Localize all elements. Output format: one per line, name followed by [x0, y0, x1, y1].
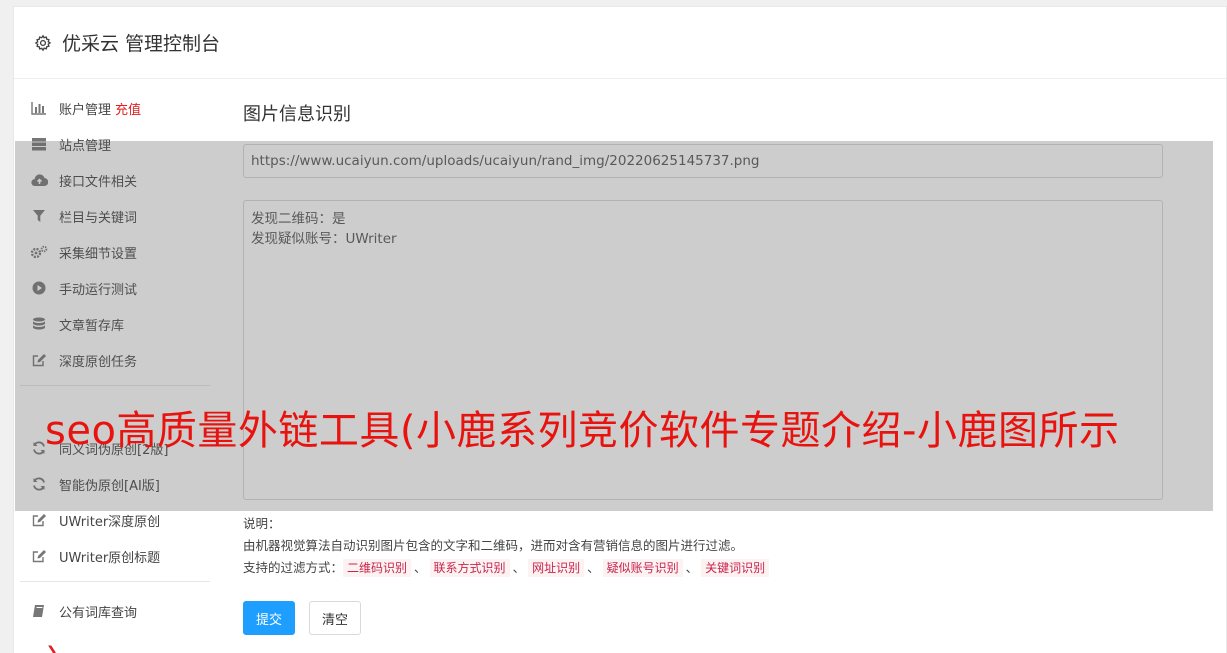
sidebar-item-label: UWriter原创标题	[59, 550, 161, 566]
main-content: 图片信息识别 发现二维码：是 发现疑似账号：UWriter 说明： 由机器视觉算…	[243, 100, 1173, 635]
console-title: 优采云 管理控制台	[62, 33, 221, 55]
sidebar-divider	[20, 385, 210, 386]
image-url-input[interactable]	[243, 144, 1163, 178]
result-line: 发现二维码：是	[251, 211, 346, 227]
sidebar-item-label: 接口文件相关	[59, 174, 138, 190]
sidebar-item-manual-test[interactable]: 手动运行测试	[20, 270, 210, 306]
sidebar-item-label: UWriter深度原创	[59, 514, 161, 530]
filter-tag: 二维码识别	[343, 559, 412, 577]
play-circle-icon	[30, 280, 48, 296]
chevron-mark-icon: ❯	[46, 644, 58, 653]
description: 说明： 由机器视觉算法自动识别图片包含的文字和二维码，进而对含有营销信息的图片进…	[243, 513, 1173, 579]
database-icon	[30, 316, 48, 332]
cogs-icon	[30, 244, 48, 260]
filter-separator: 、	[587, 560, 600, 575]
sidebar-item-label: 智能伪原创[AI版]	[59, 478, 160, 494]
desc-text: 由机器视觉算法自动识别图片包含的文字和二维码，进而对含有营销信息的图片进行过滤。	[243, 538, 744, 553]
sidebar-item-uwriter-original[interactable]: UWriter深度原创	[20, 502, 210, 538]
sidebar-item-label: 站点管理	[59, 138, 112, 154]
sidebar-item-uwriter-title[interactable]: UWriter原创标题	[20, 538, 210, 574]
server-icon	[30, 136, 48, 152]
filter-tag: 关键词识别	[701, 559, 770, 577]
desc-label: 说明：	[243, 516, 281, 531]
edit-icon	[30, 352, 48, 368]
sidebar-item-ai-rewrite[interactable]: 智能伪原创[AI版]	[20, 466, 210, 502]
gear-icon	[34, 34, 52, 51]
sidebar-item-label: 手动运行测试	[59, 282, 138, 298]
sidebar-item-label: 账户管理	[59, 102, 112, 118]
filter-methods: 支持的过滤方式： 二维码识别、联系方式识别、网址识别、疑似账号识别、关键词识别	[243, 557, 1173, 579]
sidebar-nav: 账户管理 充值 站点管理 接口文件相关 栏目与关键词 采集细节设置 手动运行测试…	[20, 90, 210, 629]
sidebar-item-keywords[interactable]: 栏目与关键词	[20, 198, 210, 234]
sidebar-item-label: 文章暂存库	[59, 318, 125, 334]
sidebar-divider	[20, 581, 210, 582]
filter-separator: 、	[685, 560, 699, 575]
sidebar-item-account[interactable]: 账户管理 充值	[20, 90, 210, 126]
sidebar-item-article-store[interactable]: 文章暂存库	[20, 306, 210, 342]
sidebar-item-interface-files[interactable]: 接口文件相关	[20, 162, 210, 198]
refresh-icon	[30, 476, 48, 492]
filter-tag: 疑似账号识别	[602, 559, 683, 577]
filter-separator: 、	[414, 560, 427, 575]
book-icon	[30, 603, 48, 619]
clear-button[interactable]: 清空	[309, 601, 362, 635]
sidebar-item-label: 栏目与关键词	[59, 210, 138, 226]
sidebar-item-public-lexicon[interactable]: 公有词库查询	[20, 593, 210, 629]
submit-button[interactable]: 提交	[243, 601, 296, 635]
bar-chart-icon	[30, 100, 48, 116]
cloud-upload-icon	[30, 172, 48, 188]
recharge-link[interactable]: 充值	[115, 99, 141, 118]
result-line: 发现疑似账号：UWriter	[251, 231, 397, 247]
filter-tag: 联系方式识别	[429, 559, 510, 577]
form-actions: 提交 清空	[243, 601, 1173, 635]
sidebar-item-deep-original[interactable]: 深度原创任务	[20, 342, 210, 378]
sidebar-item-collect-settings[interactable]: 采集细节设置	[20, 234, 210, 270]
filter-tag: 网址识别	[528, 559, 585, 577]
sidebar-item-label: 公有词库查询	[59, 605, 138, 621]
sidebar-item-label: 深度原创任务	[59, 354, 138, 370]
filter-icon	[30, 208, 48, 224]
page-title: 图片信息识别	[243, 104, 351, 125]
overlay-caption: seo高质量外链工具(小鹿系列竞价软件专题介绍-小鹿图所示	[45, 408, 1120, 454]
filters-label: 支持的过滤方式：	[243, 560, 344, 575]
filter-separator: 、	[512, 560, 526, 575]
sidebar-item-sites[interactable]: 站点管理	[20, 126, 210, 162]
sidebar-item-label: 采集细节设置	[59, 246, 138, 262]
edit-icon	[30, 548, 48, 564]
edit-icon	[30, 512, 48, 528]
console-header: 优采云 管理控制台	[14, 7, 1226, 79]
